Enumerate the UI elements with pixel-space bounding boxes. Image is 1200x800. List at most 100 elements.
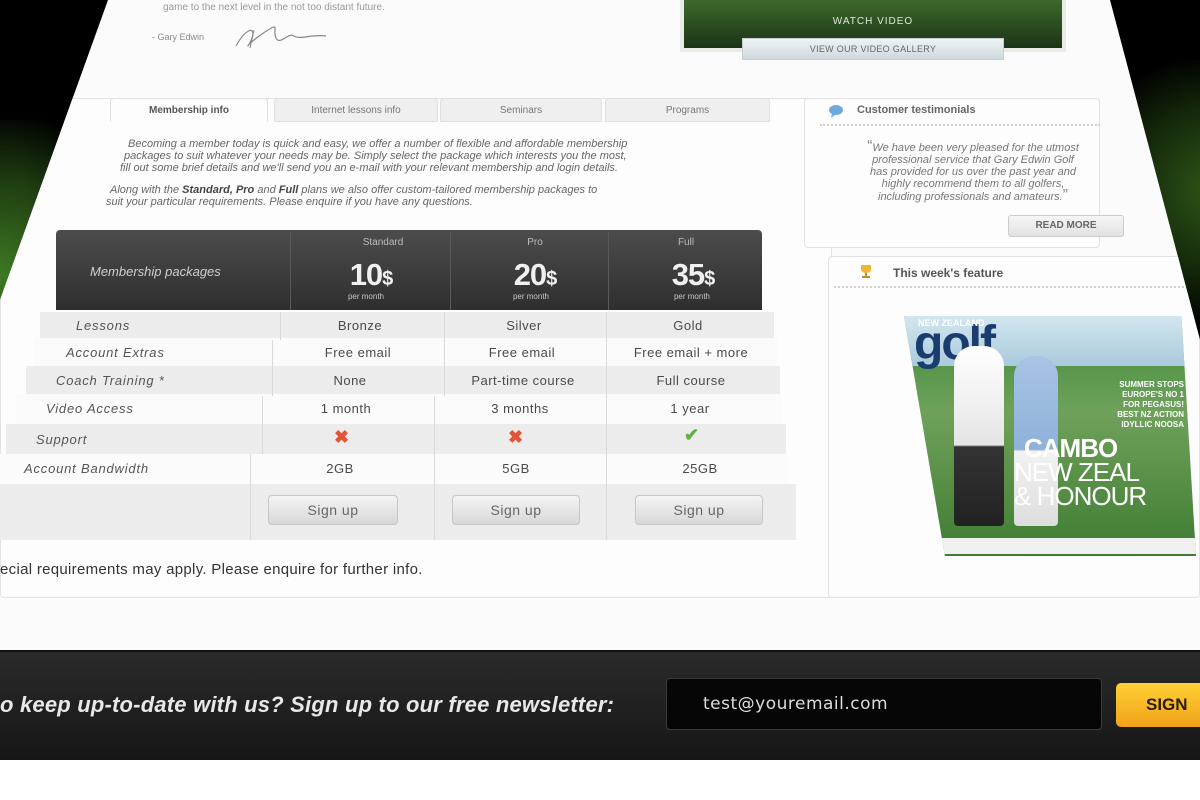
signup-button-full[interactable]: Sign up <box>635 495 763 525</box>
trophy-icon <box>861 265 871 278</box>
plan-price-pro: 20$ <box>475 257 595 293</box>
signup-button-pro[interactable]: Sign up <box>452 495 580 525</box>
previous-quote-line: game to the next level in the not too di… <box>163 2 385 13</box>
cover-line: SUMMER STOPS <box>1119 380 1184 389</box>
close-quote: ” <box>1062 187 1068 204</box>
signup-button-standard[interactable]: Sign up <box>268 495 398 525</box>
column-divider <box>262 396 263 454</box>
header-divider <box>450 232 451 310</box>
check-icon: ✔ <box>684 425 700 445</box>
testimonials-heading: Customer testimonials <box>857 104 976 116</box>
column-divider <box>434 396 435 540</box>
feature-label: Lessons <box>76 318 131 333</box>
header-divider <box>608 232 609 310</box>
intro-line-1: Becoming a member today is quick and eas… <box>128 138 628 150</box>
testimonial-line-text: We have been very pleased for the utmost <box>872 142 1079 154</box>
video-gallery-button[interactable]: VIEW OUR VIDEO GALLERY <box>742 38 1004 60</box>
testimonial-line: “We have been very pleased for the utmos… <box>838 139 1108 155</box>
quote-author: - Gary Edwin <box>152 32 205 42</box>
magazine-footer <box>934 538 1196 554</box>
newsletter-email-input[interactable] <box>666 678 1102 730</box>
cross-icon: ✖ <box>334 427 350 447</box>
table-cell: Part-time course <box>471 373 575 388</box>
testimonial-line: professional service that Gary Edwin Gol… <box>872 154 1074 166</box>
price-value: 20 <box>513 257 547 292</box>
intro-p2-post: plans we also offer custom-tailored memb… <box>298 184 598 196</box>
tab-membership-info[interactable]: Membership info <box>110 98 268 122</box>
plan-price-full: 35$ <box>633 257 753 293</box>
tab-seminars[interactable]: Seminars <box>440 98 602 122</box>
column-divider <box>444 312 445 396</box>
table-row <box>6 424 786 454</box>
table-cell: 3 months <box>491 401 549 416</box>
price-value: 35 <box>671 257 705 292</box>
footnote: ecial requirements may apply. Please enq… <box>0 561 423 578</box>
per-month-label: per month <box>512 292 550 301</box>
intro-p2-full: Full <box>278 184 299 196</box>
table-cell: Bronze <box>337 318 383 333</box>
plan-name-standard: Standard <box>362 237 404 248</box>
plan-name-full: Full <box>677 237 695 248</box>
per-month-label: per month <box>673 292 711 301</box>
table-cell: 5GB <box>502 461 530 476</box>
intro-line-2: packages to suit whatever your needs may… <box>124 150 627 162</box>
tab-internet-lessons[interactable]: Internet lessons info <box>274 98 438 122</box>
per-month-label: per month <box>347 292 385 301</box>
testimonial-line: has provided for us over the past year a… <box>869 166 1077 178</box>
feature-label: Account Extras <box>66 345 165 360</box>
column-divider <box>250 454 251 540</box>
plan-name-pro: Pro <box>527 237 543 248</box>
feature-heading: This week's feature <box>893 266 1004 280</box>
header-divider <box>290 232 291 310</box>
cover-line: IDYLLIC NOOSA <box>1121 420 1184 429</box>
currency-symbol: $ <box>382 268 393 290</box>
speech-bubble-icon <box>829 105 843 118</box>
signature-icon <box>235 26 327 49</box>
magazine-cover-lines: SUMMER STOPS EUROPE'S NO 1 FOR PEGASUS! … <box>1064 380 1184 430</box>
section-divider <box>834 286 1200 288</box>
price-value: 10 <box>349 257 383 292</box>
table-cell: 1 year <box>670 401 710 416</box>
table-cell: 2GB <box>326 461 354 476</box>
golfer-figure <box>954 346 1004 526</box>
column-divider <box>280 312 281 340</box>
page-bottom <box>0 760 1200 800</box>
section-divider <box>820 124 1100 126</box>
intro-p2-and: and <box>254 184 279 196</box>
table-cell: Gold <box>673 318 703 333</box>
feature-label: Account Bandwidth <box>24 461 149 476</box>
table-cell: Free email + more <box>633 345 749 360</box>
cover-line: BEST NZ ACTION <box>1117 410 1184 419</box>
intro-line-5: suit your particular requirements. Pleas… <box>106 196 473 208</box>
cover-line: EUROPE'S NO 1 <box>1122 390 1184 399</box>
pricing-title: Membership packages <box>90 264 221 279</box>
intro-line-3: fill out some brief details and we'll se… <box>120 162 618 174</box>
table-cell: Free email <box>324 345 392 360</box>
testimonial-line: including professionals and amateurs.” <box>838 187 1108 204</box>
currency-symbol: $ <box>704 268 715 290</box>
feature-label: Video Access <box>46 401 134 416</box>
table-cell: 25GB <box>682 461 718 476</box>
column-divider <box>606 312 607 540</box>
newsletter-prompt: o keep up-to-date with us? Sign up to ou… <box>0 692 615 717</box>
screenshot-stage: game to the next level in the not too di… <box>0 0 1200 800</box>
tab-programs[interactable]: Programs <box>605 98 770 122</box>
magazine-country: NEW ZEALAND <box>918 318 985 328</box>
intro-p2-pre: Along with the <box>110 184 183 196</box>
cover-line: FOR PEGASUS! <box>1123 400 1184 409</box>
magazine-subheadline: NEW ZEAL & HONOUR <box>1014 459 1147 511</box>
newsletter-signup-button[interactable]: SIGN <box>1116 683 1200 727</box>
table-cell: None <box>333 373 367 388</box>
currency-symbol: $ <box>546 268 557 290</box>
column-divider <box>272 340 273 396</box>
testimonial-line-text: including professionals and amateurs. <box>878 191 1063 203</box>
subheadline-line: & HONOUR <box>1014 481 1147 511</box>
table-cell: Silver <box>506 318 542 333</box>
intro-paragraph-2: Along with the Standard, Pro and Full pl… <box>110 184 597 196</box>
plan-price-standard: 10$ <box>311 257 431 293</box>
magazine-cover[interactable]: golf NEW ZEALAND SUMMER STOPS EUROPE'S N… <box>904 316 1196 556</box>
cross-icon: ✖ <box>508 427 524 447</box>
testimonial-text: “We have been very pleased for the utmos… <box>838 139 1108 204</box>
read-more-button[interactable]: READ MORE <box>1008 215 1124 237</box>
watch-video-label: WATCH VIDEO <box>832 16 914 27</box>
